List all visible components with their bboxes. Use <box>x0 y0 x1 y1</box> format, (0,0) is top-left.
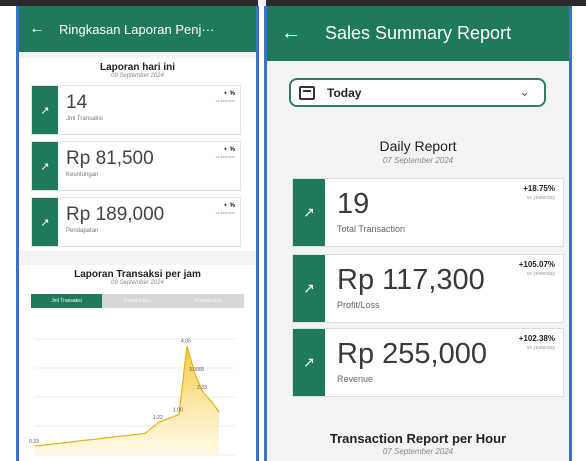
left-hourly-date: 09 September 2024 <box>111 280 164 286</box>
card-change: +105.07% <box>518 260 555 269</box>
period-select[interactable]: Today ⌄ <box>289 78 546 107</box>
card-change: +102.38% <box>518 334 555 343</box>
trend-up-icon: ↗ <box>32 86 58 134</box>
card-vs: vs kemarin <box>215 98 235 103</box>
card-value: Rp 117,300 <box>337 264 485 296</box>
right-daily-heading: Daily Report <box>379 138 457 154</box>
trend-up-icon: ↗ <box>32 198 58 246</box>
card-vs: vs kemarin <box>215 154 235 159</box>
left-daily-date: 09 September 2024 <box>111 73 164 79</box>
card-vs: vs kemarin <box>215 210 235 215</box>
back-arrow-icon[interactable]: ← <box>281 22 305 45</box>
card-value: Rp 255,000 <box>337 338 487 370</box>
card-value: Rp 81,500 <box>66 148 154 169</box>
back-arrow-icon[interactable]: ← <box>29 20 49 38</box>
chart-point-label: 1.00 <box>173 408 183 414</box>
left-page-title: Ringkasan Laporan Penj··· <box>59 21 215 37</box>
chart-point-label: 3.0000 <box>189 367 205 373</box>
left-hourly-heading: Laporan Transaksi per jam <box>74 269 201 280</box>
chart-point-label: 0.33 <box>29 439 39 445</box>
right-daily-date: 07 September 2024 <box>382 156 454 165</box>
card-label: Keuntungan <box>66 172 99 178</box>
left-card-profit: ↗ Rp 81,500 Keuntungan + % vs kemarin <box>31 141 241 191</box>
tab-profit[interactable]: Keuntungan <box>102 294 173 308</box>
card-change: +18.75% <box>523 184 555 193</box>
trend-up-icon: ↗ <box>293 329 325 396</box>
trend-up-icon: ↗ <box>293 179 325 246</box>
card-change: + % <box>223 203 235 209</box>
right-hourly-heading: Transaction Report per Hour <box>329 431 507 446</box>
right-app-bar: ← Sales Summary Report <box>267 6 569 61</box>
right-card-profit: ↗ Rp 117,300 Profit/Loss +105.07% vs yes… <box>292 254 564 323</box>
card-label: Jml Transaksi <box>66 116 103 122</box>
chart-point-label: 2.33 <box>197 385 207 391</box>
card-label: Pendapatan <box>66 228 99 234</box>
hourly-area-chart: 0.331.221.004.053.00002.330:004:008:0012… <box>29 338 235 456</box>
left-chart-tabs: Jml Transaksi Keuntungan Pendapatan <box>31 294 244 308</box>
calendar-icon <box>299 85 315 100</box>
tab-transactions[interactable]: Jml Transaksi <box>31 294 102 308</box>
right-page-title: Sales Summary Report <box>325 23 512 43</box>
tab-revenue[interactable]: Pendapatan <box>173 294 244 308</box>
left-hourly-panel: Laporan Transaksi per jam 09 September 2… <box>19 265 256 461</box>
card-vs: vs yesterday <box>526 195 555 201</box>
left-app-bar: ← Ringkasan Laporan Penj··· <box>19 6 256 52</box>
card-label: Total Transaction <box>337 224 406 234</box>
left-card-revenue: ↗ Rp 189,000 Pendapatan + % vs kemarin <box>31 197 241 247</box>
card-change: + % <box>223 91 235 97</box>
right-card-transactions: ↗ 19 Total Transaction +18.75% vs yester… <box>292 178 564 247</box>
left-card-transactions: ↗ 14 Jml Transaksi + % vs kemarin <box>31 85 241 135</box>
card-vs: vs yesterday <box>526 345 555 351</box>
period-select-value: Today <box>327 85 362 100</box>
right-card-revenue: ↗ Rp 255,000 Revenue +102.38% vs yesterd… <box>292 328 564 397</box>
card-label: Revenue <box>337 374 374 384</box>
left-phone-screen: ← Ringkasan Laporan Penj··· Laporan hari… <box>16 6 259 461</box>
chart-point-label: 1.22 <box>153 415 163 421</box>
left-daily-heading: Laporan hari ini <box>99 62 175 73</box>
right-phone-screen: ← Sales Summary Report Today ⌄ Daily Rep… <box>264 6 572 461</box>
trend-up-icon: ↗ <box>293 255 325 322</box>
chart-point-label: 4.05 <box>181 339 191 345</box>
card-value: 14 <box>66 92 88 113</box>
card-change: + % <box>223 147 235 153</box>
left-daily-panel: Laporan hari ini 09 September 2024 ↗ 14 … <box>19 58 256 251</box>
trend-up-icon: ↗ <box>32 142 58 190</box>
card-value: Rp 189,000 <box>66 204 165 225</box>
card-label: Profit/Loss <box>337 300 380 310</box>
card-value: 19 <box>337 188 370 220</box>
chevron-down-icon: ⌄ <box>519 84 530 99</box>
card-vs: vs yesterday <box>526 271 555 277</box>
right-hourly-date: 07 September 2024 <box>382 447 454 456</box>
